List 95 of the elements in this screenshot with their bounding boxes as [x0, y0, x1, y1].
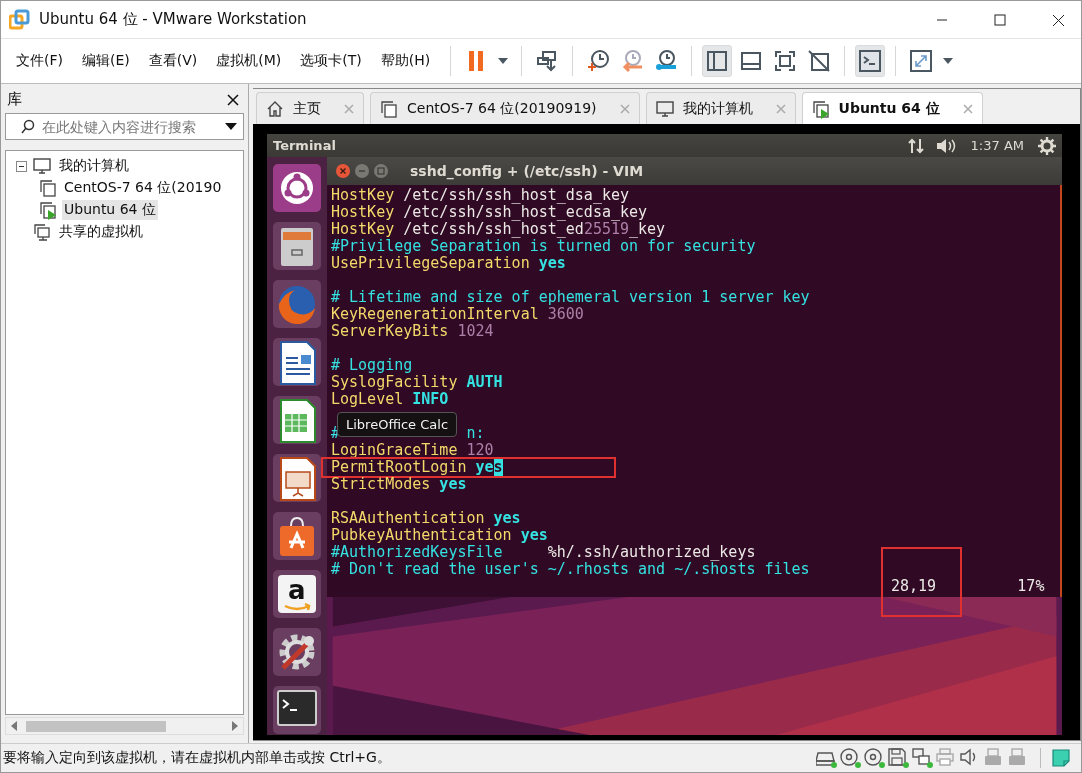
- monitor-icon: [32, 156, 52, 176]
- network-icon[interactable]: [912, 747, 934, 769]
- speaker-icon[interactable]: [934, 136, 957, 155]
- up-down-arrows-icon[interactable]: [906, 136, 925, 155]
- terminal-icon[interactable]: [271, 684, 323, 735]
- tab[interactable]: Ubuntu 64 位: [801, 92, 983, 124]
- scroll-right-icon[interactable]: [231, 721, 239, 731]
- scroll-left-icon[interactable]: [10, 721, 18, 731]
- tab[interactable]: CentOS-7 64 位(20190919): [370, 92, 640, 124]
- cursor-position: 28,19: [890, 578, 938, 595]
- crossed-frame-icon: [807, 49, 832, 73]
- tab[interactable]: 主页: [256, 92, 364, 124]
- clock-time[interactable]: 1:37 AM: [970, 138, 1024, 153]
- menu-item[interactable]: 文件(F): [9, 48, 70, 74]
- code-line: LogLevel INFO: [331, 390, 449, 408]
- code-line: #Privilege Separation is turned on for security: [331, 237, 756, 255]
- disc-icon[interactable]: [864, 747, 886, 769]
- vm-icon: [38, 178, 58, 198]
- menu-item[interactable]: 选项卡(T): [293, 48, 369, 74]
- logo-letter: a: [288, 577, 306, 603]
- floppy-icon[interactable]: [888, 747, 910, 769]
- code-line: HostKey /etc/ssh/ssh_host_ecdsa_key: [331, 203, 648, 221]
- spreadsheet-icon[interactable]: [271, 394, 323, 446]
- clock-wrench-icon: [654, 49, 679, 73]
- collapse-icon[interactable]: [16, 160, 27, 172]
- frame-corners-icon: [773, 49, 798, 73]
- note-icon[interactable]: [1051, 748, 1071, 768]
- vm-running-icon: [810, 98, 831, 119]
- maximize-icon[interactable]: [373, 163, 389, 179]
- bottom-panel-icon: [739, 49, 764, 73]
- code-line: PermitRootLogin yes: [331, 458, 503, 476]
- terminal-icon: [858, 49, 883, 73]
- caret-icon: [942, 57, 955, 65]
- code-line: UsePrivilegeSeparation yes: [331, 254, 566, 272]
- code-line: StrictModes yes: [331, 475, 467, 493]
- vm-running-icon: [38, 200, 58, 220]
- scroll-percent: 17%: [1017, 578, 1045, 595]
- tree-item[interactable]: CentOS-7 64 位(20190: [62, 178, 224, 198]
- code-line: # Don't read the user's ~/.rhosts and ~/.shosts files: [331, 560, 810, 578]
- gear-wrench-icon[interactable]: [271, 626, 323, 678]
- tree-item[interactable]: 共享的虚拟机: [57, 222, 145, 242]
- presentation-icon[interactable]: [271, 452, 323, 504]
- code-line: # Logging: [331, 356, 413, 374]
- file-cabinet-icon[interactable]: [271, 220, 323, 272]
- minimize-icon[interactable]: [354, 163, 370, 179]
- sidebar-layout-icon: [705, 49, 730, 73]
- vm-icon: [379, 98, 399, 119]
- code-line: SyslogFacility AUTH: [331, 373, 503, 391]
- shopping-bag-icon[interactable]: [271, 510, 323, 562]
- scroll-thumb[interactable]: [26, 720, 166, 732]
- tooltip: LibreOffice Calc: [337, 412, 458, 437]
- horizontal-scrollbar[interactable]: [5, 717, 244, 735]
- close-icon[interactable]: [226, 92, 240, 107]
- search-icon: [20, 118, 36, 135]
- window-title: Ubuntu 64 位 - VMware Workstation: [39, 10, 307, 29]
- code-line: n:: [466, 424, 485, 442]
- shopping-tile-icon[interactable]: [271, 568, 323, 620]
- caret-icon[interactable]: [225, 122, 237, 131]
- window-title: sshd_config + (/etc/ssh) - VIM: [410, 163, 644, 179]
- tree-item[interactable]: Ubuntu 64 位: [62, 200, 158, 220]
- document-icon[interactable]: [271, 336, 323, 388]
- code-line: KeyRegenerationInterval 3600: [331, 305, 584, 323]
- code-line: LoginGraceTime 120: [331, 441, 494, 459]
- text-cursor: s: [493, 458, 503, 476]
- monitor-icon: [654, 98, 675, 119]
- vm-screen[interactable]: [253, 124, 1080, 740]
- tree-item[interactable]: 我的计算机: [57, 156, 131, 176]
- menu-item[interactable]: 查看(V): [141, 48, 205, 74]
- toolbar-button[interactable]: [702, 45, 733, 77]
- clock-plus-icon: [586, 49, 611, 73]
- panel-title: 库: [7, 90, 22, 109]
- code-line: ServerKeyBits 1024: [331, 322, 494, 340]
- menu-item[interactable]: 虚拟机(M): [209, 48, 289, 74]
- code-line: #AuthorizedKeysFile %h/.ssh/authorized_keys: [331, 543, 756, 561]
- code-line: # Lifetime and size of ephemeral version 1 server key: [331, 288, 810, 306]
- fox-globe-icon[interactable]: [271, 278, 323, 330]
- app-logo-icon: [9, 8, 31, 31]
- code-line: RSAAuthentication yes: [331, 509, 521, 527]
- panel-title: Terminal: [273, 138, 336, 153]
- circle-logo-icon[interactable]: [271, 162, 323, 214]
- caret-icon: [497, 57, 510, 65]
- toolbar-button[interactable]: [855, 45, 886, 77]
- tab[interactable]: 我的计算机: [645, 92, 796, 124]
- settings-icon[interactable]: [1038, 136, 1056, 155]
- menu-item[interactable]: 编辑(E): [75, 48, 137, 74]
- code-line: HostKey /etc/ssh/ssh_host_dsa_key: [331, 186, 630, 204]
- menu-item[interactable]: 帮助(H): [373, 48, 438, 74]
- status-message: 要将输入定向到该虚拟机，请在虚拟机内部单击或按 Ctrl+G。: [3, 749, 391, 767]
- code-line: HostKey /etc/ssh/ssh_host_ed25519_key: [331, 220, 666, 238]
- expand-arrows-icon: [909, 49, 934, 73]
- shared-vm-icon: [32, 222, 52, 242]
- disc-icon[interactable]: [840, 747, 862, 769]
- clock-arrow-icon: [620, 49, 645, 73]
- search-field[interactable]: 在此处键入内容进行搜索: [5, 113, 244, 140]
- code-line: PubkeyAuthentication yes: [331, 526, 548, 544]
